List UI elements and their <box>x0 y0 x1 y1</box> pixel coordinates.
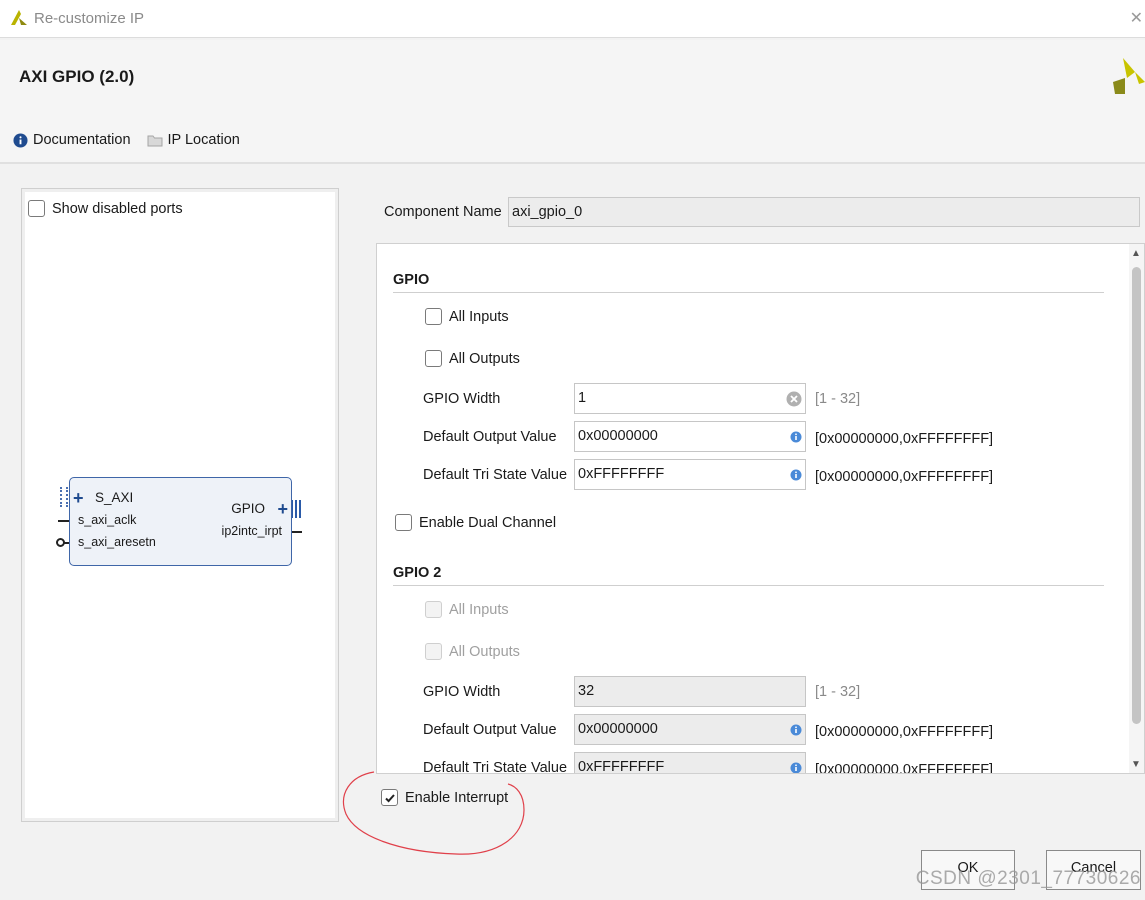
documentation-link[interactable]: Documentation <box>13 132 131 148</box>
axi-gpio-block: + S_AXI s_axi_aclk s_axi_aresetn GPIO + … <box>69 477 292 566</box>
gpio-default-output-label: Default Output Value <box>423 429 557 445</box>
gpio2-all-outputs-checkbox: All Outputs <box>425 643 520 660</box>
gpio2-section-divider <box>393 585 1104 586</box>
s-axi-bus-dots <box>60 487 68 507</box>
expand-gpio-icon[interactable]: + <box>277 500 288 518</box>
gpio-default-tri-value: 0xFFFFFFFF <box>578 466 665 482</box>
ip-location-label: IP Location <box>167 132 240 148</box>
gpio2-section-title: GPIO 2 <box>393 565 442 581</box>
scroll-down-icon[interactable]: ▼ <box>1131 759 1141 770</box>
reset-inverter-icon <box>56 538 65 547</box>
red-annotation-circle <box>342 771 525 855</box>
ip-title: AXI GPIO (2.0) <box>19 67 135 86</box>
gpio-all-outputs-checkbox[interactable]: All Outputs <box>425 350 520 367</box>
port-s-axi-aclk: s_axi_aclk <box>78 513 137 527</box>
gpio2-width-range: [1 - 32] <box>815 684 861 700</box>
ip-location-link[interactable]: IP Location <box>147 132 240 148</box>
info-icon[interactable] <box>790 724 802 740</box>
port-gpio: GPIO <box>231 501 265 516</box>
port-ip2intc-irpt: ip2intc_irpt <box>221 524 282 538</box>
info-icon[interactable] <box>790 469 802 485</box>
gpio2-width-input: 32 <box>574 676 806 707</box>
gpio-section-divider <box>393 292 1104 293</box>
scroll-up-icon[interactable]: ▲ <box>1131 248 1141 259</box>
component-name-label: Component Name <box>384 204 502 220</box>
checkbox-box[interactable] <box>425 308 442 325</box>
checkbox-box[interactable] <box>395 514 412 531</box>
gpio2-default-tri-value: 0xFFFFFFFF <box>578 759 665 774</box>
gpio-width-value: 1 <box>578 390 587 406</box>
folder-icon <box>147 135 163 146</box>
gpio-width-input[interactable]: 1 <box>574 383 806 414</box>
gpio-all-inputs-checkbox[interactable]: All Inputs <box>425 308 509 325</box>
vivado-app-icon <box>9 8 29 29</box>
info-icon[interactable] <box>790 431 802 447</box>
window-title: Re-customize IP <box>34 10 145 27</box>
gpio-default-output-input[interactable]: 0x00000000 <box>574 421 806 452</box>
ip-header: AXI GPIO (2.0) Documentation IP Location <box>0 40 1145 164</box>
gpio2-all-inputs-label: All Inputs <box>449 601 509 618</box>
gpio2-default-tri-input: 0xFFFFFFFF <box>574 752 806 774</box>
ip2intc-irpt-pin <box>292 531 302 533</box>
gpio2-width-value: 32 <box>578 683 595 699</box>
enable-dual-channel-label: Enable Dual Channel <box>419 514 557 531</box>
info-icon <box>13 132 28 148</box>
gpio-width-label: GPIO Width <box>423 391 501 407</box>
gpio2-all-outputs-label: All Outputs <box>449 643 520 660</box>
checkbox-box[interactable] <box>425 350 442 367</box>
gpio2-width-label: GPIO Width <box>423 684 501 700</box>
info-icon[interactable] <box>790 762 802 773</box>
clear-icon[interactable] <box>786 391 802 411</box>
gpio-width-range: [1 - 32] <box>815 391 861 407</box>
component-name-input[interactable]: axi_gpio_0 <box>508 197 1140 227</box>
gpio2-default-output-value: 0x00000000 <box>578 721 658 737</box>
gpio-default-tri-label: Default Tri State Value <box>423 467 568 483</box>
gpio2-default-output-input: 0x00000000 <box>574 714 806 745</box>
xilinx-logo-icon <box>1113 58 1145 99</box>
parameters-scrollbar[interactable]: ▲ ▼ <box>1129 244 1144 773</box>
gpio-default-output-range: [0x00000000,0xFFFFFFFF] <box>815 431 994 447</box>
gpio-all-outputs-label: All Outputs <box>449 350 520 367</box>
csdn-watermark: CSDN @2301_77730626 <box>915 868 1141 889</box>
enable-dual-channel-checkbox[interactable]: Enable Dual Channel <box>395 514 556 531</box>
gpio2-default-output-label: Default Output Value <box>423 722 557 738</box>
show-disabled-ports-checkbox[interactable]: Show disabled ports <box>28 200 183 217</box>
symbol-panel: Show disabled ports + S_AXI s_axi_aclk s… <box>21 188 339 822</box>
expand-s-axi-icon[interactable]: + <box>73 489 84 507</box>
gpio-all-inputs-label: All Inputs <box>449 308 509 325</box>
gpio-default-tri-range: [0x00000000,0xFFFFFFFF] <box>815 469 994 485</box>
port-s-axi-aresetn: s_axi_aresetn <box>78 535 156 549</box>
checkbox-box <box>425 601 442 618</box>
port-s-axi: S_AXI <box>95 490 134 505</box>
gpio2-default-output-range: [0x00000000,0xFFFFFFFF] <box>815 724 994 740</box>
gpio2-all-inputs-checkbox: All Inputs <box>425 601 509 618</box>
window-titlebar: Re-customize IP ✕ <box>0 0 1145 38</box>
gpio-default-tri-input[interactable]: 0xFFFFFFFF <box>574 459 806 490</box>
documentation-label: Documentation <box>33 132 131 148</box>
checkbox-box <box>425 643 442 660</box>
gpio-section-title: GPIO <box>393 272 430 288</box>
scrollbar-thumb[interactable] <box>1132 267 1141 724</box>
checkbox-box[interactable] <box>28 200 45 217</box>
parameters-panel: GPIO All Inputs All Outputs GPIO Width 1… <box>376 243 1145 774</box>
close-icon[interactable]: ✕ <box>1130 8 1143 28</box>
show-disabled-ports-label: Show disabled ports <box>52 200 183 217</box>
gpio-default-output-value: 0x00000000 <box>578 428 658 444</box>
gpio-bus-bars <box>291 500 303 521</box>
gpio2-default-tri-range: [0x00000000,0xFFFFFFFF] <box>815 762 994 774</box>
